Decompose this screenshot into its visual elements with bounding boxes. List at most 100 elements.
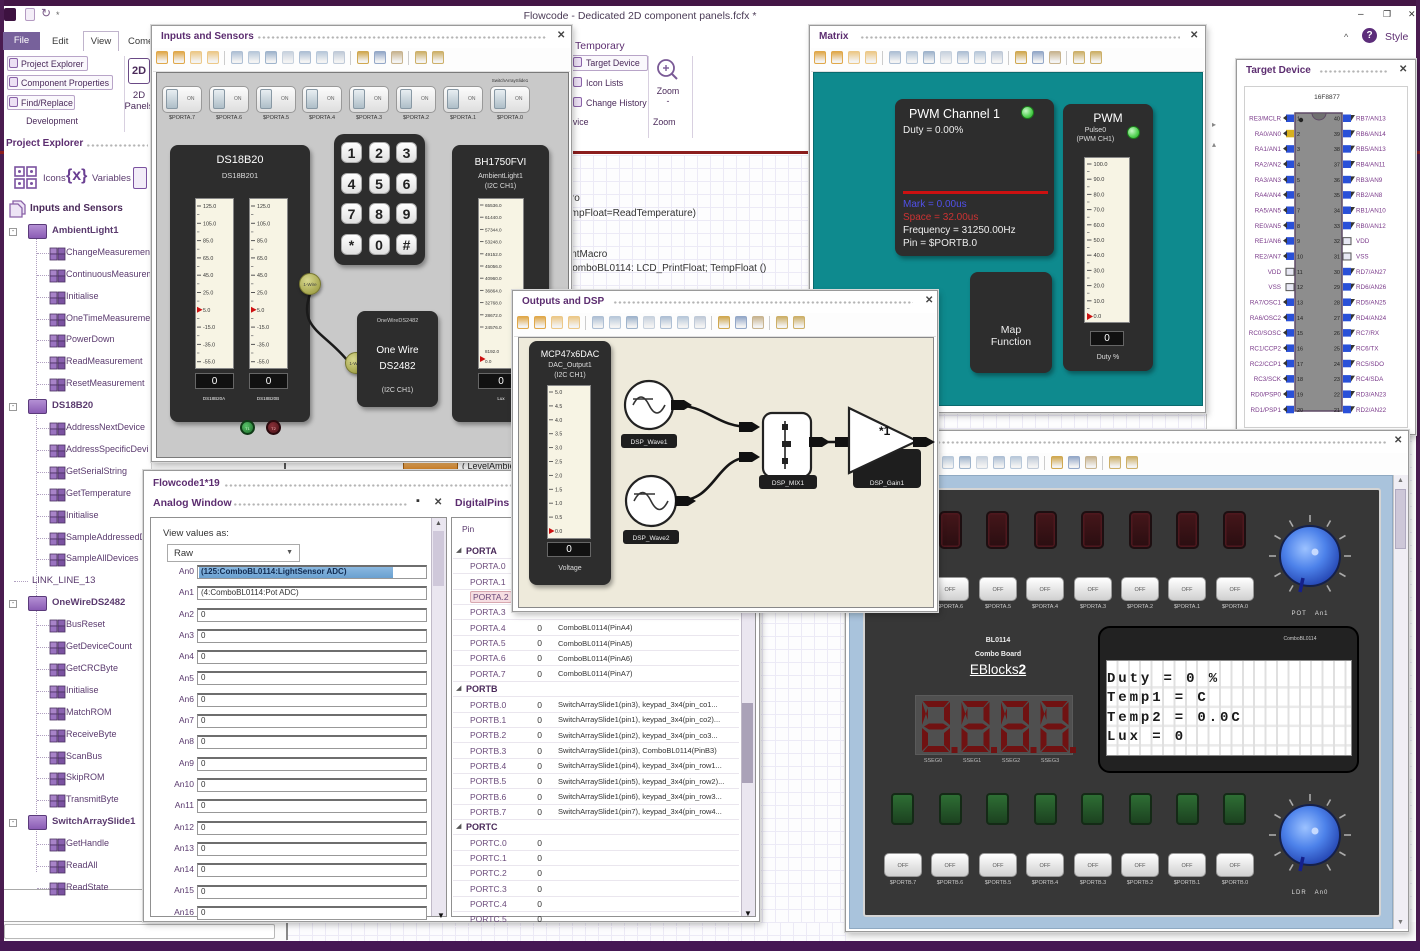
- svg-text:35: 35: [1334, 193, 1340, 199]
- svg-text:27: 27: [1334, 316, 1340, 322]
- svg-text:13: 13: [1297, 300, 1303, 306]
- svg-text:RA4/AN4: RA4/AN4: [1255, 192, 1282, 199]
- svg-text:45056.0: 45056.0: [485, 264, 502, 269]
- svg-text:RB4/AN11: RB4/AN11: [1356, 161, 1386, 168]
- svg-text:RA2/AN2: RA2/AN2: [1255, 161, 1282, 168]
- svg-text:VDD: VDD: [1356, 238, 1370, 245]
- svg-text:6: 6: [1297, 193, 1300, 199]
- svg-text:RD6/AN26: RD6/AN26: [1356, 284, 1387, 291]
- svg-text:RE0/AN5: RE0/AN5: [1255, 223, 1282, 230]
- svg-text:VSS: VSS: [1356, 253, 1369, 260]
- svg-text:RB2/AN8: RB2/AN8: [1356, 192, 1383, 199]
- svg-text:7: 7: [1297, 208, 1300, 214]
- svg-text:10.0: 10.0: [1094, 299, 1105, 305]
- svg-text:RD7/AN27: RD7/AN27: [1356, 269, 1387, 276]
- svg-text:1: 1: [1297, 117, 1300, 123]
- svg-text:10: 10: [1297, 254, 1303, 260]
- svg-text:4: 4: [1297, 162, 1300, 168]
- svg-text:RB5/AN13: RB5/AN13: [1356, 146, 1386, 153]
- svg-text:36864.0: 36864.0: [485, 288, 502, 293]
- svg-text:100.0: 100.0: [1094, 162, 1108, 168]
- svg-text:RD4/AN24: RD4/AN24: [1356, 315, 1387, 322]
- svg-text:RC2/CCP1: RC2/CCP1: [1250, 361, 1282, 368]
- svg-text:RC5/SDO: RC5/SDO: [1356, 361, 1384, 368]
- svg-text:23: 23: [1334, 377, 1340, 383]
- svg-text:31: 31: [1334, 254, 1340, 260]
- svg-text:14: 14: [1297, 316, 1303, 322]
- svg-text:28672.0: 28672.0: [485, 313, 502, 318]
- svg-text:32768.0: 32768.0: [485, 301, 502, 306]
- svg-text:12: 12: [1297, 285, 1303, 291]
- svg-text:RA5/AN5: RA5/AN5: [1255, 207, 1282, 214]
- svg-text:RA6/OSC2: RA6/OSC2: [1250, 315, 1282, 322]
- svg-text:RA1/AN1: RA1/AN1: [1255, 146, 1282, 153]
- svg-text:DSP_Wave2: DSP_Wave2: [633, 535, 670, 542]
- svg-text:24576.0: 24576.0: [485, 325, 502, 330]
- svg-text:15: 15: [1297, 331, 1303, 337]
- svg-text:32: 32: [1334, 239, 1340, 245]
- svg-text:RB6/AN14: RB6/AN14: [1356, 131, 1386, 138]
- svg-text:18: 18: [1297, 377, 1303, 383]
- svg-text:60.0: 60.0: [1094, 223, 1105, 229]
- svg-text:17: 17: [1297, 362, 1303, 368]
- svg-text:RE1/AN6: RE1/AN6: [1255, 238, 1282, 245]
- svg-text:RC1/CCP2: RC1/CCP2: [1250, 345, 1282, 352]
- svg-text:RC6/TX: RC6/TX: [1356, 345, 1379, 352]
- svg-text:RA3/AN3: RA3/AN3: [1255, 177, 1282, 184]
- svg-text:RE3/MCLR: RE3/MCLR: [1249, 116, 1281, 123]
- svg-text:20: 20: [1297, 408, 1303, 414]
- svg-text:90.0: 90.0: [1094, 177, 1105, 183]
- svg-text:RD1/PSP1: RD1/PSP1: [1251, 407, 1282, 414]
- svg-text:RB1/AN10: RB1/AN10: [1356, 207, 1386, 214]
- svg-text:RC3/SCK: RC3/SCK: [1254, 376, 1282, 383]
- svg-text:16: 16: [1297, 346, 1303, 352]
- svg-text:21: 21: [1334, 408, 1340, 414]
- svg-text:VSS: VSS: [1268, 284, 1281, 291]
- svg-text:RC7/RX: RC7/RX: [1356, 330, 1380, 337]
- svg-text:3: 3: [1297, 147, 1300, 153]
- svg-text:70.0: 70.0: [1094, 208, 1105, 214]
- svg-text:65536.0: 65536.0: [485, 203, 502, 208]
- svg-text:11: 11: [1297, 270, 1303, 276]
- svg-text:0.0: 0.0: [485, 359, 492, 364]
- svg-text:57344.0: 57344.0: [485, 227, 502, 232]
- svg-text:RB3/AN9: RB3/AN9: [1356, 177, 1383, 184]
- svg-text:RD3/AN23: RD3/AN23: [1356, 391, 1387, 398]
- svg-text:RD5/AN25: RD5/AN25: [1356, 299, 1387, 306]
- svg-text:0.0: 0.0: [1094, 314, 1102, 320]
- svg-text:80.0: 80.0: [1094, 192, 1105, 198]
- svg-text:*1: *1: [879, 424, 891, 438]
- svg-text:36: 36: [1334, 178, 1340, 184]
- svg-text:RC4/SDA: RC4/SDA: [1356, 376, 1384, 383]
- svg-text:RA0/AN0: RA0/AN0: [1255, 131, 1282, 138]
- svg-text:39: 39: [1334, 132, 1340, 138]
- svg-text:8192.0: 8192.0: [485, 349, 499, 354]
- svg-text:RD0/PSP0: RD0/PSP0: [1251, 391, 1282, 398]
- svg-text:22: 22: [1334, 392, 1340, 398]
- svg-text:DSP_MIX1: DSP_MIX1: [772, 480, 805, 487]
- svg-text:50.0: 50.0: [1094, 238, 1105, 244]
- svg-text:40960.0: 40960.0: [485, 276, 502, 281]
- svg-text:30.0: 30.0: [1094, 268, 1105, 274]
- svg-text:RA7/OSC1: RA7/OSC1: [1250, 299, 1282, 306]
- svg-text:37: 37: [1334, 162, 1340, 168]
- svg-text:29: 29: [1334, 285, 1340, 291]
- svg-text:28: 28: [1334, 300, 1340, 306]
- svg-text:26: 26: [1334, 331, 1340, 337]
- svg-text:RD2/AN22: RD2/AN22: [1356, 407, 1387, 414]
- svg-text:33: 33: [1334, 224, 1340, 230]
- svg-text:DSP_Wave1: DSP_Wave1: [631, 439, 668, 446]
- svg-text:DSP_Gain1: DSP_Gain1: [870, 480, 905, 487]
- svg-text:24: 24: [1334, 362, 1340, 368]
- svg-text:25: 25: [1334, 346, 1340, 352]
- svg-text:5: 5: [1297, 178, 1300, 184]
- svg-text:49152.0: 49152.0: [485, 252, 502, 257]
- svg-text:38: 38: [1334, 147, 1340, 153]
- svg-text:RE2/AN7: RE2/AN7: [1255, 253, 1282, 260]
- svg-text:19: 19: [1297, 392, 1303, 398]
- svg-text:40.0: 40.0: [1094, 253, 1105, 259]
- svg-text:RB7/AN13: RB7/AN13: [1356, 116, 1386, 123]
- svg-text:34: 34: [1334, 208, 1340, 214]
- svg-text:VDD: VDD: [1268, 269, 1282, 276]
- svg-text:30: 30: [1334, 270, 1340, 276]
